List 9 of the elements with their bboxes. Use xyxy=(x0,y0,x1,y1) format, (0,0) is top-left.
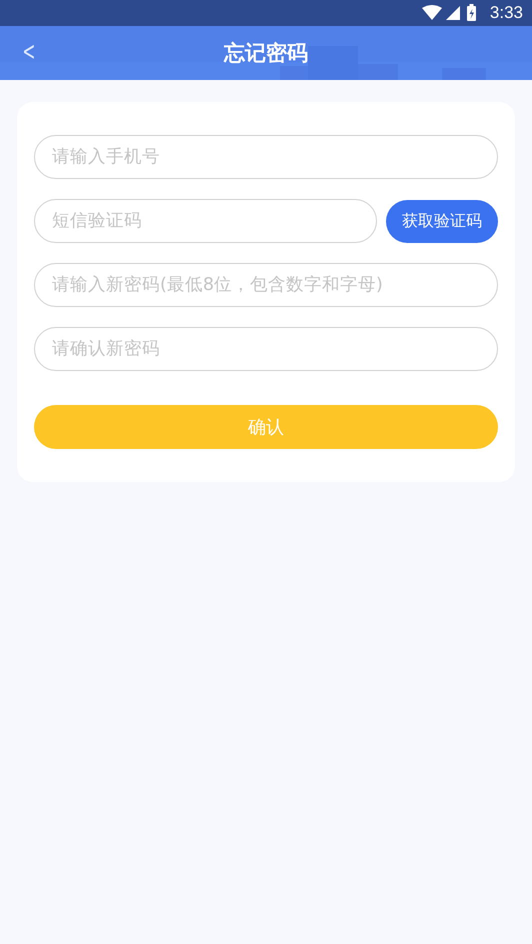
code-field[interactable]: 短信验证码 xyxy=(34,199,377,243)
input-field[interactable]: 请输入手机号 xyxy=(34,135,498,179)
input-field[interactable]: 请确认新密码 xyxy=(34,327,498,371)
get-code-button[interactable]: 获取验证码 xyxy=(386,200,498,242)
back-button[interactable]: < xyxy=(20,38,38,66)
status-time: 3:33 xyxy=(490,3,523,23)
input-field[interactable]: 请输入新密码(最低8位，包含数字和字母) xyxy=(34,263,498,307)
confirm-button[interactable]: 确认 xyxy=(34,405,498,449)
page-title: 忘记密码 xyxy=(224,40,308,67)
